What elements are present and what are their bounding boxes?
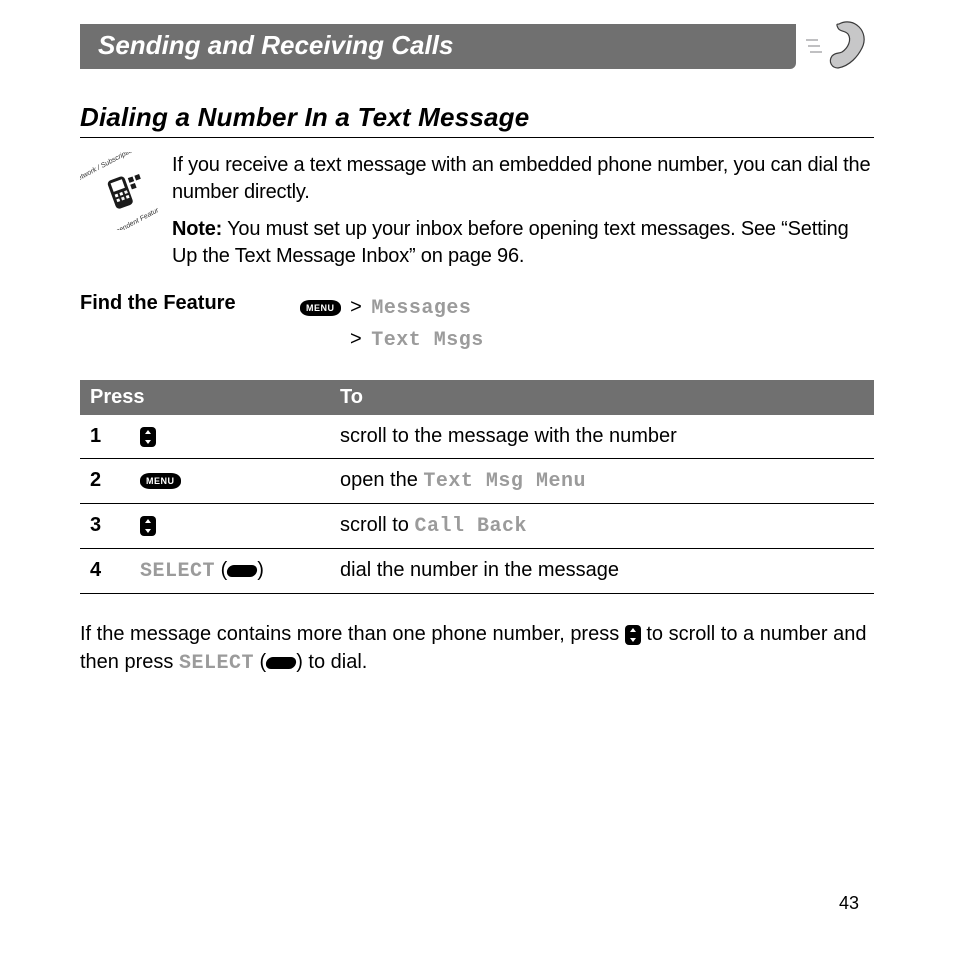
path-line-2: > Text Msgs bbox=[300, 324, 484, 356]
scroll-key-icon bbox=[625, 625, 641, 645]
table-row: 2 MENU open the Text Msg Menu bbox=[80, 459, 874, 504]
mono-term: Text Msg Menu bbox=[423, 470, 586, 493]
section-heading: Dialing a Number In a Text Message bbox=[80, 102, 874, 138]
step-press bbox=[130, 415, 330, 459]
svg-text:Dependent Feature: Dependent Feature bbox=[107, 205, 158, 230]
intro-paragraph: If you receive a text message with an em… bbox=[172, 152, 874, 206]
step-number: 2 bbox=[80, 459, 130, 504]
col-press: Press bbox=[80, 380, 330, 415]
step-press: MENU bbox=[130, 459, 330, 504]
step-to: scroll to Call Back bbox=[330, 504, 874, 549]
step-number: 3 bbox=[80, 504, 130, 549]
steps-table: Press To 1 scroll to the message with the… bbox=[80, 380, 874, 594]
step-number: 1 bbox=[80, 415, 130, 459]
col-to: To bbox=[330, 380, 874, 415]
find-feature-block: Find the Feature MENU > Messages > Text … bbox=[80, 292, 874, 356]
page-number: 43 bbox=[839, 893, 859, 914]
phone-handset-icon bbox=[804, 18, 874, 74]
scroll-key-icon bbox=[140, 516, 156, 536]
path-messages: Messages bbox=[371, 297, 471, 320]
step-to: dial the number in the message bbox=[330, 549, 874, 594]
softkey-icon bbox=[265, 657, 297, 669]
step-to: scroll to the message with the number bbox=[330, 415, 874, 459]
softkey-icon bbox=[226, 565, 258, 577]
feature-dependent-icon: Network / Subscription Dependent Feature bbox=[80, 152, 158, 230]
step-number: 4 bbox=[80, 549, 130, 594]
path-line-1: MENU > Messages bbox=[300, 292, 484, 324]
step-to: open the Text Msg Menu bbox=[330, 459, 874, 504]
note-text: You must set up your inbox before openin… bbox=[172, 218, 849, 267]
find-feature-label: Find the Feature bbox=[80, 292, 280, 315]
banner-title: Sending and Receiving Calls bbox=[80, 24, 796, 69]
step-press bbox=[130, 504, 330, 549]
menu-key-icon: MENU bbox=[140, 473, 181, 489]
scroll-key-icon bbox=[140, 427, 156, 447]
mono-term: Call Back bbox=[414, 515, 527, 538]
select-label: SELECT bbox=[179, 652, 254, 675]
note-paragraph: Note: You must set up your inbox before … bbox=[172, 216, 874, 270]
note-label: Note: bbox=[172, 218, 222, 240]
table-row: 3 scroll to Call Back bbox=[80, 504, 874, 549]
path-text-msgs: Text Msgs bbox=[371, 329, 484, 352]
header-banner: Sending and Receiving Calls bbox=[80, 18, 874, 74]
footer-paragraph: If the message contains more than one ph… bbox=[80, 620, 874, 678]
table-row: 4SELECT ()dial the number in the message bbox=[80, 549, 874, 594]
step-press: SELECT () bbox=[130, 549, 330, 594]
table-row: 1 scroll to the message with the number bbox=[80, 415, 874, 459]
menu-key-icon: MENU bbox=[300, 300, 341, 316]
select-label: SELECT bbox=[140, 560, 215, 583]
